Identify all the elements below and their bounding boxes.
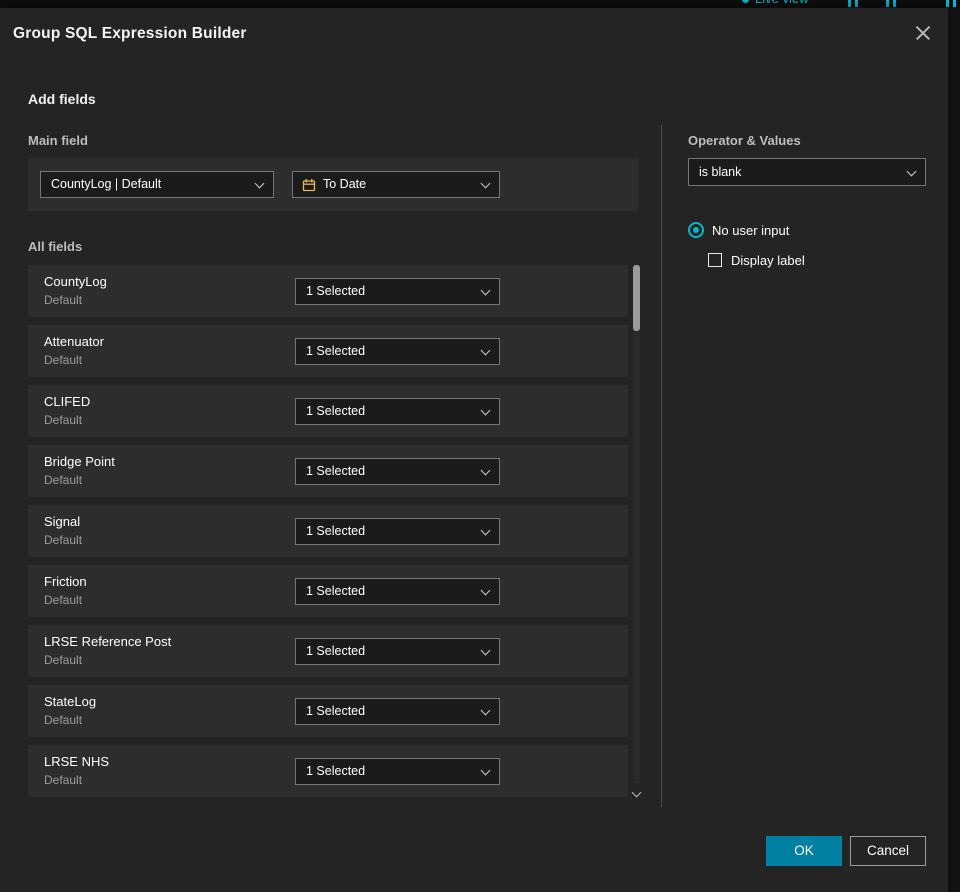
chevron-down-icon: [480, 178, 491, 189]
field-selection-dropdown[interactable]: 1 Selected: [295, 758, 500, 785]
field-selection-value: 1 Selected: [306, 464, 366, 478]
field-name: CountyLog: [44, 274, 107, 289]
list-scrollbar-track[interactable]: [633, 265, 640, 783]
field-name: CLIFED: [44, 394, 91, 409]
display-label-label: Display label: [731, 253, 805, 268]
field-selection-dropdown[interactable]: 1 Selected: [295, 518, 500, 545]
field-selection-dropdown[interactable]: 1 Selected: [295, 278, 500, 305]
ok-button[interactable]: OK: [766, 836, 842, 866]
chevron-down-icon: [480, 645, 491, 656]
field-selection-dropdown[interactable]: 1 Selected: [295, 578, 500, 605]
chevron-down-icon: [480, 765, 491, 776]
field-name: Bridge Point: [44, 454, 115, 469]
all-fields-list: CountyLog Default 1 Selected Attenuator …: [28, 265, 628, 805]
field-name: LRSE NHS: [44, 754, 110, 769]
field-selection-value: 1 Selected: [306, 284, 366, 298]
field-subtitle: Default: [44, 413, 83, 427]
field-name: Friction: [44, 574, 87, 589]
field-selection-value: 1 Selected: [306, 704, 366, 718]
all-fields-label: All fields: [28, 239, 83, 254]
chevron-down-icon: [480, 705, 491, 716]
field-selection-value: 1 Selected: [306, 764, 366, 778]
field-name: LRSE Reference Post: [44, 634, 172, 649]
field-selection-value: 1 Selected: [306, 584, 366, 598]
dialog-title: Group SQL Expression Builder: [13, 25, 247, 42]
list-scrollbar-thumb[interactable]: [633, 265, 640, 331]
main-field-value-select-value: To Date: [323, 177, 367, 191]
field-selection-value: 1 Selected: [306, 404, 366, 418]
field-row: LRSE NHS Default 1 Selected: [28, 745, 628, 797]
field-row: Attenuator Default 1 Selected: [28, 325, 628, 377]
field-name: StateLog: [44, 694, 97, 709]
field-subtitle: Default: [44, 293, 83, 307]
live-view-label: Live view: [755, 0, 808, 6]
chevron-down-icon: [480, 525, 491, 536]
vertical-divider: [661, 125, 662, 807]
field-subtitle: Default: [44, 773, 83, 787]
field-selection-dropdown[interactable]: 1 Selected: [295, 398, 500, 425]
field-selection-value: 1 Selected: [306, 644, 366, 658]
field-subtitle: Default: [44, 593, 83, 607]
operator-values-label: Operator & Values: [688, 133, 801, 148]
live-view-dot-icon: [742, 0, 749, 3]
field-selection-value: 1 Selected: [306, 524, 366, 538]
operator-select-value: is blank: [699, 165, 742, 179]
field-selection-dropdown[interactable]: 1 Selected: [295, 638, 500, 665]
scroll-down-arrow-icon[interactable]: [631, 787, 643, 799]
chevron-down-icon: [480, 585, 491, 596]
toolbar-bars-icon: [846, 0, 860, 8]
chevron-down-icon: [480, 345, 491, 356]
app-canvas: Live view Group SQL Expression Builder A…: [0, 0, 960, 892]
field-selection-value: 1 Selected: [306, 344, 366, 358]
group-sql-expression-builder-dialog: Group SQL Expression Builder Add fields …: [0, 8, 948, 892]
calendar-icon: [302, 179, 316, 192]
field-row: CountyLog Default 1 Selected: [28, 265, 628, 317]
field-subtitle: Default: [44, 353, 83, 367]
field-selection-dropdown[interactable]: 1 Selected: [295, 458, 500, 485]
display-label-checkbox[interactable]: [708, 253, 722, 267]
cancel-button[interactable]: Cancel: [850, 836, 926, 866]
toolbar-bars-icon: [944, 0, 958, 8]
chevron-down-icon: [906, 166, 917, 177]
field-selection-dropdown[interactable]: 1 Selected: [295, 698, 500, 725]
no-user-input-radio[interactable]: [688, 222, 704, 238]
field-subtitle: Default: [44, 713, 83, 727]
field-subtitle: Default: [44, 653, 83, 667]
chevron-down-icon: [480, 285, 491, 296]
main-field-value-select[interactable]: To Date: [292, 171, 500, 198]
field-row: Friction Default 1 Selected: [28, 565, 628, 617]
field-name: Attenuator: [44, 334, 104, 349]
field-name: Signal: [44, 514, 81, 529]
chevron-down-icon: [480, 465, 491, 476]
field-row: Signal Default 1 Selected: [28, 505, 628, 557]
main-field-select[interactable]: CountyLog | Default: [40, 171, 274, 198]
main-field-label: Main field: [28, 133, 88, 148]
main-field-panel: CountyLog | Default To Date: [28, 158, 638, 211]
background-toolbar: Live view: [0, 0, 960, 8]
field-subtitle: Default: [44, 473, 83, 487]
field-row: Bridge Point Default 1 Selected: [28, 445, 628, 497]
toolbar-bars-icon: [884, 0, 898, 8]
field-row: LRSE Reference Post Default 1 Selected: [28, 625, 628, 677]
radio-dot-icon: [693, 227, 699, 233]
field-row: CLIFED Default 1 Selected: [28, 385, 628, 437]
operator-select[interactable]: is blank: [688, 158, 926, 186]
no-user-input-label: No user input: [712, 223, 790, 238]
field-selection-dropdown[interactable]: 1 Selected: [295, 338, 500, 365]
chevron-down-icon: [254, 178, 265, 189]
chevron-down-icon: [480, 405, 491, 416]
field-row: StateLog Default 1 Selected: [28, 685, 628, 737]
live-view-button: Live view: [742, 0, 808, 6]
close-icon[interactable]: [911, 21, 935, 45]
add-fields-heading: Add fields: [28, 91, 96, 107]
main-field-select-value: CountyLog | Default: [51, 177, 162, 191]
field-subtitle: Default: [44, 533, 83, 547]
